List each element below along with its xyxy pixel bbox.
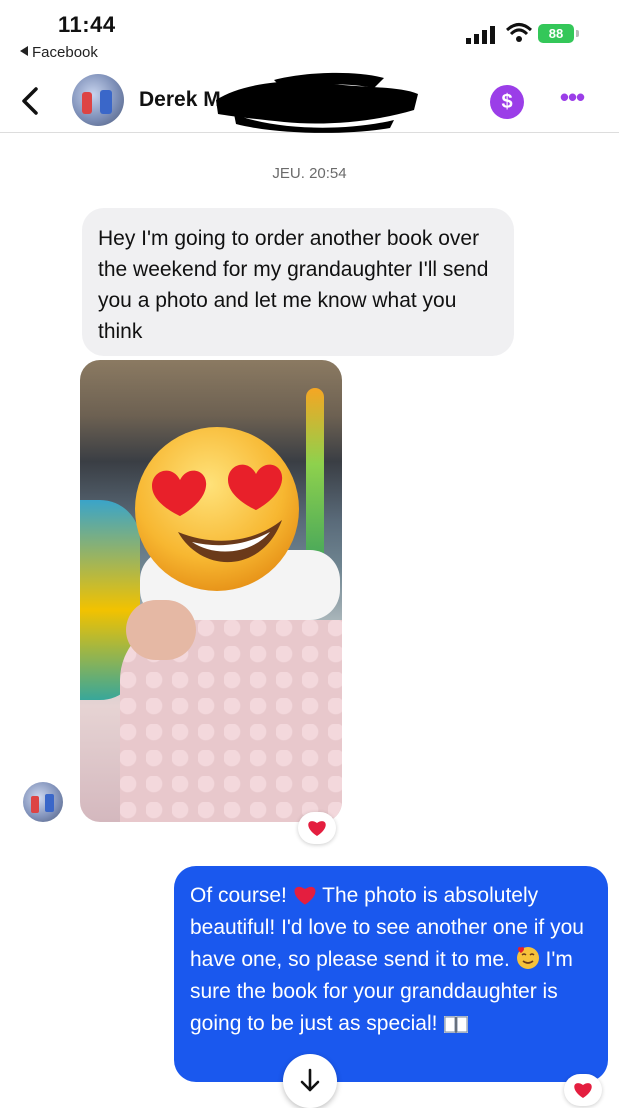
outgoing-reaction[interactable] [564,1074,602,1106]
arrow-down-icon [300,1068,320,1092]
red-heart-icon [294,886,316,905]
heart-eyes-emoji-icon [135,427,299,591]
redaction-scribble [216,72,418,133]
photo-hand-detail [126,600,196,660]
heart-icon [574,1083,592,1098]
back-triangle-icon [20,46,28,56]
smiling-face-with-hearts-icon [516,946,539,969]
battery-indicator: 88 [538,24,579,43]
back-chevron-icon[interactable] [16,84,46,118]
open-book-icon [444,1016,469,1033]
sender-avatar[interactable] [23,782,63,822]
more-options-button[interactable]: ••• [556,84,588,118]
status-time: 11:44 [58,12,116,37]
payment-button[interactable]: $ [490,85,524,119]
outgoing-message-bubble[interactable]: Of course! The photo is absolutely beaut… [174,866,608,1082]
status-bar: 11:44 Facebook 88 [0,0,619,70]
contact-avatar[interactable] [72,74,124,126]
back-app-label: Facebook [32,44,98,61]
contact-name[interactable]: Derek M [139,88,221,112]
chat-header: Derek M $ ••• [0,70,619,133]
heart-icon [308,821,326,836]
wifi-icon [506,23,532,42]
incoming-message-bubble[interactable]: Hey I'm going to order another book over… [82,208,514,356]
outgoing-text-part1: Of course! [190,884,293,907]
message-timestamp: JEU. 20:54 [272,165,347,182]
back-to-app-link[interactable]: Facebook [20,44,98,61]
photo-reaction[interactable] [298,812,336,844]
cellular-signal-icon [466,26,495,44]
